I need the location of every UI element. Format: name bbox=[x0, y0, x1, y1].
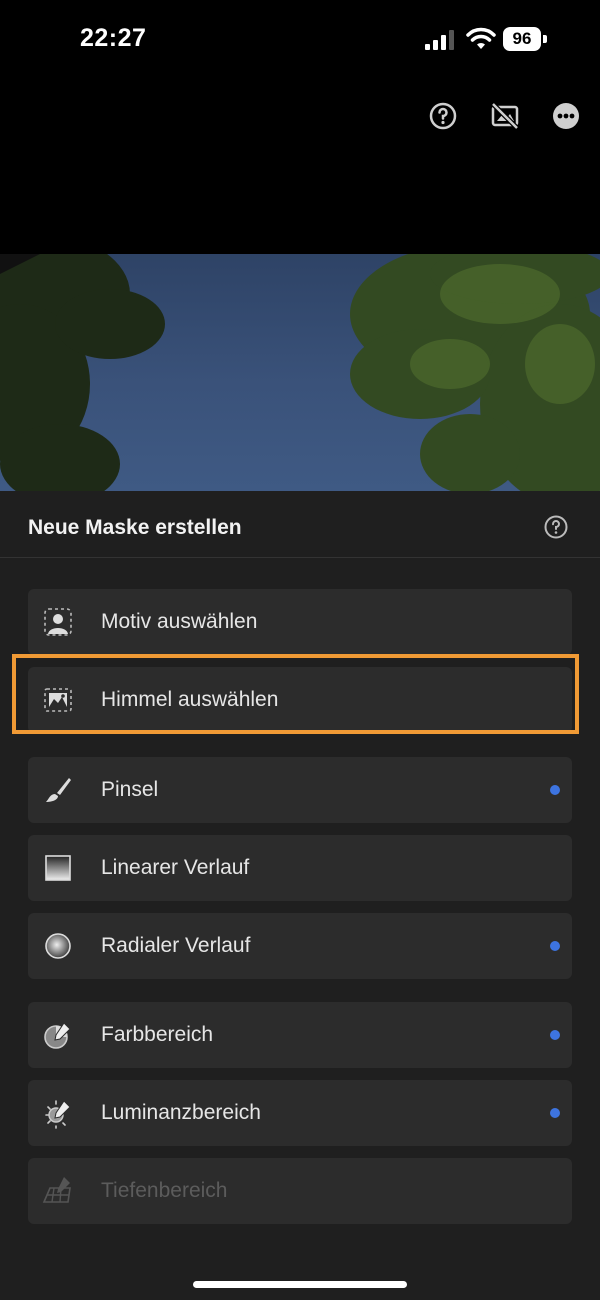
photo-preview[interactable] bbox=[0, 254, 600, 491]
cellular-signal-icon bbox=[425, 30, 454, 50]
mask-option-color-range[interactable]: Farbbereich bbox=[28, 1002, 572, 1068]
mask-option-luminance-range[interactable]: Luminanzbereich bbox=[28, 1080, 572, 1146]
wifi-icon bbox=[466, 27, 496, 49]
home-indicator[interactable] bbox=[193, 1281, 407, 1288]
mask-option-label: Pinsel bbox=[101, 778, 159, 801]
brush-icon bbox=[46, 778, 71, 802]
radial-gradient-icon bbox=[45, 933, 71, 959]
mask-option-label: Luminanzbereich bbox=[101, 1101, 261, 1124]
luminance-range-icon bbox=[45, 1100, 71, 1129]
mask-option-label: Farbbereich bbox=[101, 1023, 214, 1046]
help-icon[interactable] bbox=[425, 96, 461, 136]
sheet-title: Neue Maske erstellen bbox=[28, 516, 242, 539]
status-bar: 22:27 96 bbox=[0, 0, 600, 84]
battery-level: 96 bbox=[503, 27, 541, 51]
new-feature-dot bbox=[550, 1108, 560, 1118]
new-feature-dot bbox=[550, 941, 560, 951]
mask-option-brush[interactable]: Pinsel bbox=[28, 757, 572, 823]
help-icon[interactable] bbox=[544, 515, 568, 539]
mask-option-label: Tiefenbereich bbox=[101, 1179, 228, 1202]
linear-gradient-icon bbox=[45, 855, 71, 881]
mask-option-select-subject[interactable]: Motiv auswählen bbox=[28, 589, 572, 655]
mask-option-label: Motiv auswählen bbox=[101, 610, 258, 633]
depth-range-icon bbox=[42, 1177, 71, 1203]
status-time: 22:27 bbox=[80, 24, 147, 52]
new-feature-dot bbox=[550, 1030, 560, 1040]
select-subject-icon bbox=[44, 608, 72, 636]
color-range-icon bbox=[44, 1022, 71, 1049]
new-feature-dot bbox=[550, 785, 560, 795]
mask-option-label: Radialer Verlauf bbox=[101, 934, 251, 957]
mask-option-radial-gradient[interactable]: Radialer Verlauf bbox=[28, 913, 572, 979]
tree-foliage-image bbox=[0, 254, 600, 491]
select-sky-icon bbox=[44, 688, 72, 712]
mask-option-depth-range[interactable]: Tiefenbereich bbox=[28, 1158, 572, 1224]
battery-icon: 96 bbox=[503, 27, 547, 51]
more-icon[interactable] bbox=[548, 96, 584, 136]
mask-option-linear-gradient[interactable]: Linearer Verlauf bbox=[28, 835, 572, 901]
compare-off-icon[interactable] bbox=[487, 96, 523, 136]
mask-option-label: Linearer Verlauf bbox=[101, 856, 250, 879]
mask-option-select-sky[interactable]: Himmel auswählen bbox=[28, 667, 572, 733]
top-toolbar bbox=[0, 96, 600, 138]
mask-option-label: Himmel auswählen bbox=[101, 688, 279, 711]
sheet-header: Neue Maske erstellen bbox=[0, 491, 600, 558]
